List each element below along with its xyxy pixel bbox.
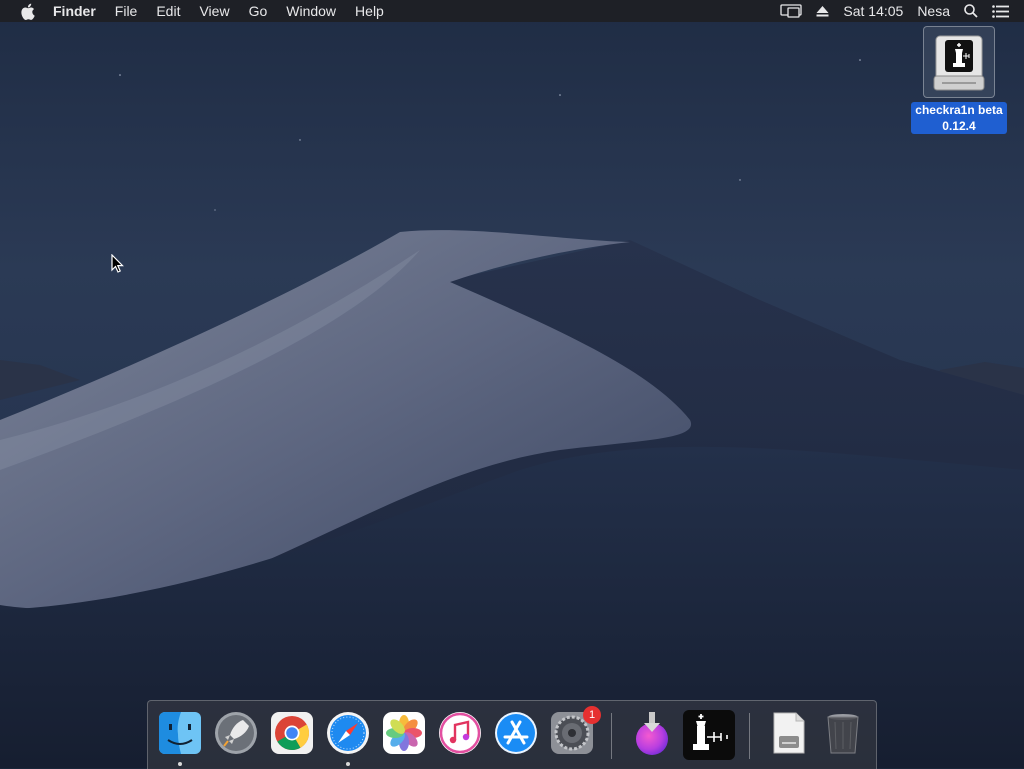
display-mirroring-icon[interactable] xyxy=(780,4,803,18)
spotlight-icon[interactable] xyxy=(964,4,978,18)
menu-bar: Finder File Edit View Go Window Help Sat… xyxy=(0,0,1024,22)
dock-checkra1n[interactable] xyxy=(683,710,735,760)
document-icon xyxy=(773,712,805,754)
notification-badge: 1 xyxy=(583,706,601,724)
desktop-icon-label-line1: checkra1n beta xyxy=(915,103,1003,117)
chrome-icon xyxy=(271,712,313,754)
desktop-icon-checkra1n[interactable]: checkra1n beta 0.12.4 xyxy=(905,26,1013,135)
menu-window[interactable]: Window xyxy=(286,3,336,19)
menu-view[interactable]: View xyxy=(199,3,229,19)
app-store-icon xyxy=(495,712,537,754)
dock-system-preferences[interactable]: 1 xyxy=(549,706,601,756)
dock-separator xyxy=(611,713,612,759)
eject-icon[interactable] xyxy=(816,5,829,17)
user-name[interactable]: Nesa xyxy=(917,3,950,19)
dock-app-store[interactable] xyxy=(493,710,539,756)
dock-photos[interactable] xyxy=(381,710,427,756)
menu-go[interactable]: Go xyxy=(249,3,268,19)
running-indicator xyxy=(178,762,182,766)
desktop-icon-label-line2: 0.12.4 xyxy=(942,119,976,133)
safari-icon xyxy=(327,712,369,754)
menu-finder[interactable]: Finder xyxy=(53,3,96,19)
running-indicator xyxy=(346,762,350,766)
trash-icon xyxy=(827,714,859,754)
dock-launchpad[interactable] xyxy=(213,710,259,756)
mouse-cursor-icon xyxy=(111,254,124,273)
photos-icon xyxy=(383,712,425,754)
dock: 1 xyxy=(147,700,877,769)
menu-help[interactable]: Help xyxy=(355,3,384,19)
dock-downloads[interactable] xyxy=(629,710,675,756)
launchpad-icon xyxy=(215,712,257,754)
dock-separator xyxy=(749,713,750,759)
clock[interactable]: Sat 14:05 xyxy=(843,3,903,19)
menu-edit[interactable]: Edit xyxy=(156,3,180,19)
notification-center-icon[interactable] xyxy=(992,4,1010,18)
downloads-icon xyxy=(636,712,668,755)
desktop-icon-label[interactable]: checkra1n beta 0.12.4 xyxy=(911,102,1007,134)
dock-finder[interactable] xyxy=(157,710,203,756)
checkra1n-icon xyxy=(683,710,735,760)
menu-file[interactable]: File xyxy=(115,3,138,19)
itunes-icon xyxy=(439,712,481,754)
dock-safari[interactable] xyxy=(325,710,371,756)
apple-menu-icon[interactable] xyxy=(20,2,36,20)
finder-icon xyxy=(159,712,201,754)
dock-chrome[interactable] xyxy=(269,710,315,756)
checkra1n-disk-image-icon[interactable] xyxy=(923,26,995,98)
dock-document[interactable] xyxy=(766,710,812,756)
dock-trash[interactable] xyxy=(820,710,866,756)
dock-itunes[interactable] xyxy=(437,710,483,756)
desktop-wallpaper xyxy=(0,0,1024,768)
